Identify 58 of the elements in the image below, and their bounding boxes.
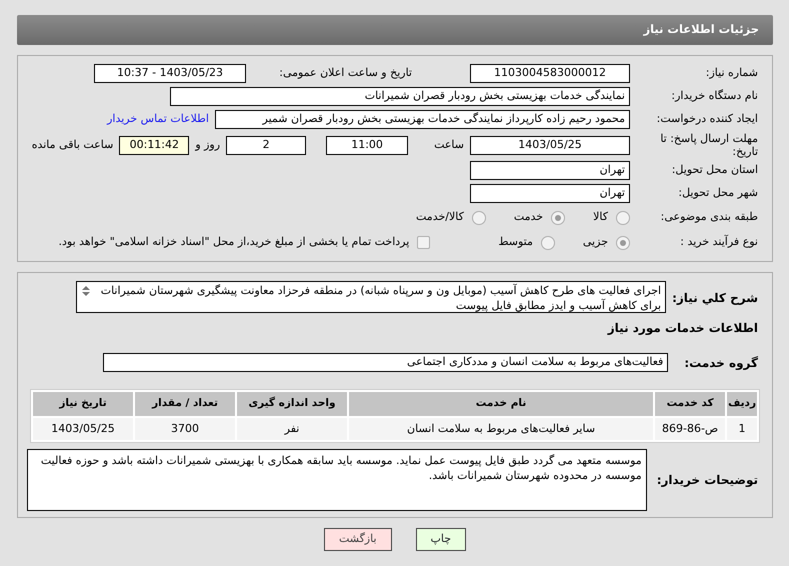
- field-label: استان محل تحویل:: [670, 162, 759, 178]
- summary-text[interactable]: اجرای فعالیت های طرح کاهش آسیب (موبایل ون و سرپناه شبانه) در منطقه فرحزاد معاونت پیشگیری شهرستان شمیرانات برای کاهش آسیب و ایدز مطابق فایل پیوست: [76, 281, 666, 313]
- contact-link[interactable]: اطلاعات تماس خریدار: [107, 111, 209, 128]
- field-label: نوع فرآیند خرید :: [679, 234, 759, 250]
- option-label: جزیی: [582, 234, 608, 250]
- column-header: تعداد / مقدار: [135, 392, 235, 416]
- field-label: نام دستگاه خریدار:: [670, 88, 759, 104]
- field-label: شرح کلي نياز:: [672, 290, 759, 307]
- announce-date-field[interactable]: 1403/05/23 - 10:37: [94, 64, 246, 83]
- remaining-time-field[interactable]: 00:11:42: [119, 136, 190, 154]
- deadline-date-field[interactable]: 1403/05/25: [470, 136, 630, 154]
- deadline-time-field[interactable]: 11:00: [326, 136, 408, 154]
- field-label: تاریخ و ساعت اعلان عمومی:: [278, 65, 412, 82]
- province-field[interactable]: تهران: [470, 161, 630, 180]
- table-cell: نفر: [237, 418, 347, 440]
- days-field[interactable]: 2: [226, 136, 306, 154]
- field-label: شهر محل تحویل:: [677, 185, 759, 202]
- buyer-field[interactable]: نمایندگی خدمات بهزیستی بخش رودبار قصران شمیرانات: [170, 87, 630, 106]
- radio-button[interactable]: [472, 210, 486, 224]
- need-number-field[interactable]: 1103004583000012: [470, 64, 630, 83]
- option-label: کالا: [593, 209, 608, 226]
- radio-button[interactable]: [616, 210, 630, 224]
- field-label: شماره نیاز:: [704, 65, 759, 82]
- table-cell: ص-86-869: [655, 418, 726, 440]
- checkbox[interactable]: [417, 236, 430, 249]
- field-label: گروه خدمت:: [684, 354, 759, 372]
- column-header: نام خدمت: [349, 392, 654, 416]
- section-title: اطلاعات خدمات مورد نیاز: [606, 320, 758, 337]
- table-cell: 1403/05/25: [33, 418, 133, 440]
- radio-button[interactable]: [616, 236, 630, 250]
- city-field[interactable]: تهران: [470, 184, 630, 203]
- checkbox-label: پرداخت تمام یا بخشی از مبلغ خرید،از محل "اسناد خزانه اسلامی" خواهد بود.: [58, 234, 410, 250]
- radio-button[interactable]: [551, 210, 566, 224]
- field-label: ساعت: [434, 136, 464, 153]
- print-button[interactable]: چاپ: [416, 528, 466, 550]
- column-header: تاریخ نیاز: [33, 392, 133, 416]
- option-label: کالا/خدمت: [416, 209, 464, 226]
- field-label: طبقه بندی موضوعی:: [660, 209, 759, 226]
- field-label: ساعت باقی مانده: [32, 136, 114, 153]
- table-cell: 3700: [135, 418, 235, 440]
- field-label: روز و: [195, 136, 220, 153]
- creator-field[interactable]: محمود رحیم زاده کارپرداز نمایندگی خدمات بهزیستی بخش رودبار قصران شمیر: [215, 110, 630, 129]
- radio-button[interactable]: [540, 236, 555, 250]
- service-group-field[interactable]: فعالیت‌های مربوط به سلامت انسان و مددکاری اجتماعی: [103, 353, 668, 372]
- field-label: توضیحات خریدار:: [656, 472, 759, 489]
- scroll-arrows-icon[interactable]: [80, 284, 92, 298]
- column-header: کد خدمت: [655, 392, 726, 416]
- back-button[interactable]: بازگشت: [324, 528, 392, 550]
- table-cell: 1: [727, 418, 757, 440]
- field-label: مهلت ارسال پاسخ: تا تاریخ:: [659, 132, 759, 158]
- table-cell: سایر فعالیت‌های مربوط به سلامت انسان: [349, 418, 654, 440]
- option-label: خدمت: [514, 209, 544, 226]
- field-label: ایجاد کننده درخواست:: [656, 111, 759, 128]
- notes-text[interactable]: موسسه متعهد می گردد طبق فایل پیوست عمل نماید. موسسه باید سابقه همکاری با بهزیستی شمیرانات داشته باشد و حوزه فعالیت موسسه در محدوده شهرستان شمیرانات باشد.: [26, 449, 647, 511]
- option-label: متوسط: [498, 234, 533, 250]
- column-header: ردیف: [727, 392, 757, 416]
- column-header: واحد اندازه گیری: [237, 392, 347, 416]
- page-header: جزئیات اطلاعات نیاز: [17, 15, 773, 45]
